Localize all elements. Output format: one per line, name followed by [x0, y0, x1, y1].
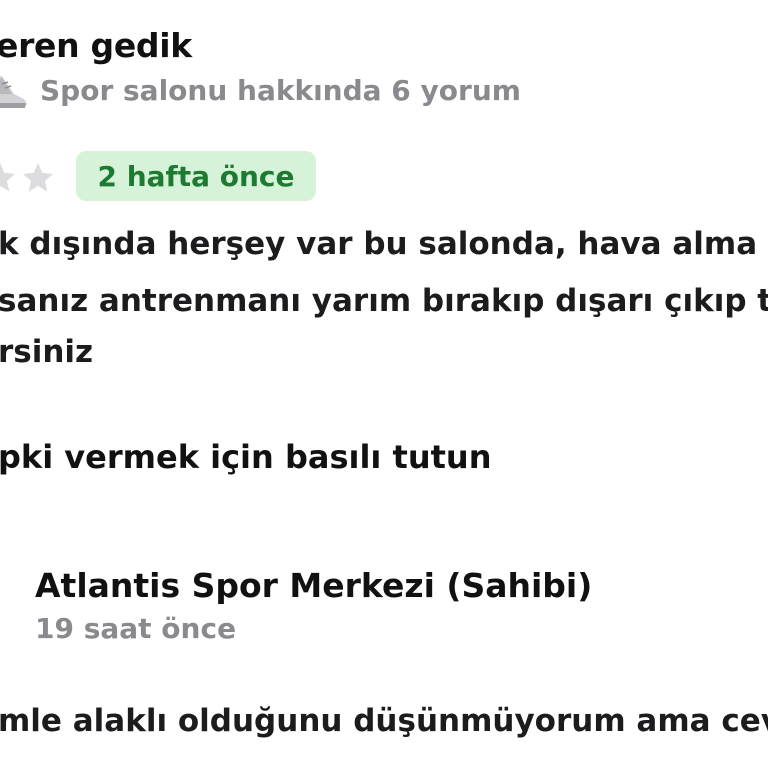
owner-reply-text: mle alaklı olduğunu düşünmüyorum ama cev [0, 703, 768, 739]
review-text-line: sanız antrenmanı yarım bırakıp dışarı çı… [0, 283, 768, 319]
date-badge: 2 hafta önce [76, 151, 316, 201]
star-icon [23, 163, 53, 192]
date-text: 2 hafta önce [97, 159, 295, 193]
owner-response-time: 19 saat önce [35, 612, 237, 645]
reviewer-name[interactable]: eren gedik [0, 26, 192, 65]
rating-stars [0, 150, 56, 206]
reviewer-meta[interactable]: Spor salonu hakkında 6 yorum [40, 74, 521, 107]
owner-name[interactable]: Atlantis Spor Merkezi (Sahibi) [35, 566, 592, 605]
reaction-hint[interactable]: pki vermek için basılı tutun [0, 438, 491, 476]
sneaker-icon [0, 76, 27, 108]
review-text-line: rsiniz [0, 334, 94, 370]
star-icon [0, 163, 15, 192]
review-text-line: k dışında herşey var bu salonda, hava al… [0, 226, 758, 262]
owner-avatar[interactable] [0, 582, 12, 646]
